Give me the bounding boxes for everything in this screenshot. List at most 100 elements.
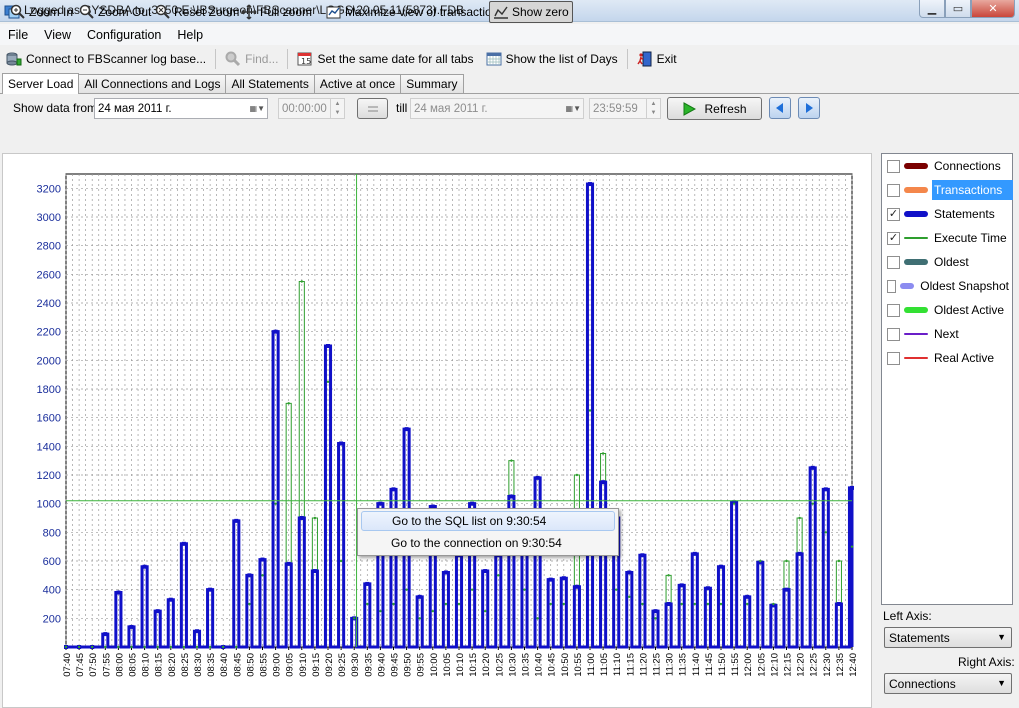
execute-time-point [222, 645, 225, 649]
equals-icon [367, 105, 378, 112]
tab-all-connections[interactable]: All Connections and Logs [78, 74, 227, 93]
menu-view[interactable]: View [36, 28, 79, 42]
y-tick-label: 800 [43, 527, 61, 539]
till-date-picker[interactable]: 24 мая 2011 г. ▦▼ [410, 98, 584, 119]
y-tick-label: 2000 [37, 355, 61, 367]
x-tick-label: 10:25 [494, 653, 505, 677]
tab-summary[interactable]: Summary [400, 74, 464, 93]
zoom-in-button[interactable]: Zoom In [10, 1, 73, 23]
show-zero-toggle[interactable]: Show zero [489, 1, 573, 23]
execute-time-point [654, 617, 657, 620]
previous-day-button[interactable] [769, 97, 791, 119]
legend-swatch [904, 187, 928, 193]
till-time-value: 23:59:59 [593, 102, 638, 115]
legend-item[interactable]: ✓ Execute Time [883, 227, 1013, 249]
till-time-spinner[interactable]: ▲ ▼ [646, 99, 660, 118]
legend-item[interactable]: Transactions [883, 179, 1013, 201]
execute-time-point [772, 602, 775, 606]
legend-item[interactable]: Oldest [883, 251, 1013, 273]
find-button[interactable]: Find... [219, 48, 284, 70]
legend-item[interactable]: Real Active [883, 347, 1013, 369]
statements-point [286, 561, 291, 566]
legend-item[interactable]: Oldest Active [883, 299, 1013, 321]
execute-time-point [444, 602, 448, 606]
x-tick-label: 08:35 [206, 653, 217, 677]
legend-checkbox[interactable] [887, 183, 900, 197]
till-time-field[interactable]: 23:59:59 ▲ ▼ [589, 98, 661, 119]
statements-point [509, 494, 514, 499]
statements-point [692, 551, 697, 556]
menu-configuration[interactable]: Configuration [79, 28, 169, 42]
statements-point [378, 501, 383, 506]
go-to-connection-item[interactable]: Go to the connection on 9:30:54 [361, 533, 615, 553]
legend-item[interactable]: Connections [883, 155, 1013, 177]
y-tick-label: 2200 [37, 327, 61, 339]
main-toolbar: Connect to FBScanner log base... Find...… [0, 46, 1019, 72]
left-axis-select[interactable]: Statements ▼ [884, 627, 1012, 648]
calendar-dropdown-icon[interactable]: ▦▼ [559, 101, 581, 116]
execute-time-point [759, 559, 762, 563]
same-date-button[interactable]: 15 Set the same date for all tabs [291, 48, 479, 70]
equal-dates-button[interactable] [357, 98, 388, 119]
full-zoom-button[interactable]: Full zoom [241, 1, 312, 23]
statements-point [601, 480, 606, 485]
statements-point [195, 629, 199, 634]
toolbar-separator [215, 49, 217, 69]
next-day-button[interactable] [798, 97, 820, 119]
right-axis-select[interactable]: Connections ▼ [884, 673, 1012, 694]
refresh-button[interactable]: Refresh [667, 97, 762, 120]
list-days-button[interactable]: Show the list of Days [480, 48, 624, 70]
legend-item[interactable]: ✓ Statements [883, 203, 1013, 225]
statements-point [299, 516, 304, 520]
x-tick-label: 11:15 [625, 653, 636, 676]
tab-active-at-once[interactable]: Active at once [313, 74, 402, 93]
maximize-button[interactable]: ▭ [945, 0, 971, 18]
from-time-spinner[interactable]: ▲ ▼ [330, 99, 344, 118]
y-tick-label: 400 [43, 585, 61, 597]
close-button[interactable]: ✕ [971, 0, 1015, 18]
legend-checkbox[interactable] [887, 279, 896, 293]
chart-canvas[interactable]: 200 400 600 800 1000 1200 1400 1600 1800 2000 2200… [3, 154, 871, 707]
from-time-field[interactable]: 00:00:00 ▲ ▼ [278, 98, 345, 119]
legend-item[interactable]: Oldest Snapshot [883, 275, 1013, 297]
x-tick-label: 08:00 [114, 653, 125, 677]
zoom-out-button[interactable]: Zoom Out [79, 1, 151, 23]
y-tick-label: 1000 [37, 499, 61, 511]
legend-checkbox[interactable] [887, 303, 900, 317]
legend-checkbox[interactable] [887, 255, 900, 269]
exit-button[interactable]: Exit [631, 48, 683, 70]
x-tick-label: 08:25 [180, 653, 191, 677]
legend-label: Oldest Snapshot [920, 279, 1009, 293]
tab-all-statements[interactable]: All Statements [225, 74, 315, 93]
legend-checkbox[interactable] [887, 327, 900, 341]
execute-time-point [366, 602, 369, 606]
menu-help[interactable]: Help [169, 28, 211, 42]
execute-time-point [811, 502, 814, 505]
y-tick-label: 1400 [37, 441, 61, 453]
x-tick-label: 10:50 [560, 653, 571, 677]
legend-checkbox[interactable] [887, 351, 900, 365]
tab-server-load[interactable]: Server Load [2, 73, 80, 94]
reset-zoom-button[interactable]: Reset Zoom [155, 1, 239, 23]
chevron-down-icon: ▼ [997, 678, 1006, 688]
legend-label: Oldest [934, 255, 969, 269]
legend-checkbox[interactable]: ✓ [887, 231, 900, 245]
calendar-dropdown-icon[interactable]: ▦▼ [243, 101, 265, 116]
go-to-sql-list-item[interactable]: Go to the SQL list on 9:30:54 [361, 511, 615, 531]
menu-file[interactable]: File [0, 28, 36, 42]
legend-checkbox[interactable]: ✓ [887, 207, 900, 221]
maximize-transaction-button[interactable]: Maximize view of transaction [326, 1, 498, 23]
legend-item[interactable]: Next [883, 323, 1013, 345]
x-tick-label: 12:05 [756, 653, 767, 677]
from-date-picker[interactable]: 24 мая 2011 г. ▦▼ [94, 98, 268, 119]
connect-button[interactable]: Connect to FBScanner log base... [0, 48, 212, 70]
legend-checkbox[interactable] [887, 159, 900, 173]
series-legend: Connections Transactions ✓ Statements ✓ Execu… [881, 153, 1013, 605]
execute-time-point [182, 645, 186, 649]
execute-time-point [601, 452, 605, 455]
statements-point [705, 586, 710, 591]
chevron-down-icon: ▼ [997, 632, 1006, 642]
minimize-button[interactable]: ▁ [919, 0, 945, 18]
server-load-chart[interactable]: 200 400 600 800 1000 1200 1400 1600 1800 2000 2200… [2, 153, 872, 708]
x-tick-label: 09:30 [350, 653, 361, 677]
